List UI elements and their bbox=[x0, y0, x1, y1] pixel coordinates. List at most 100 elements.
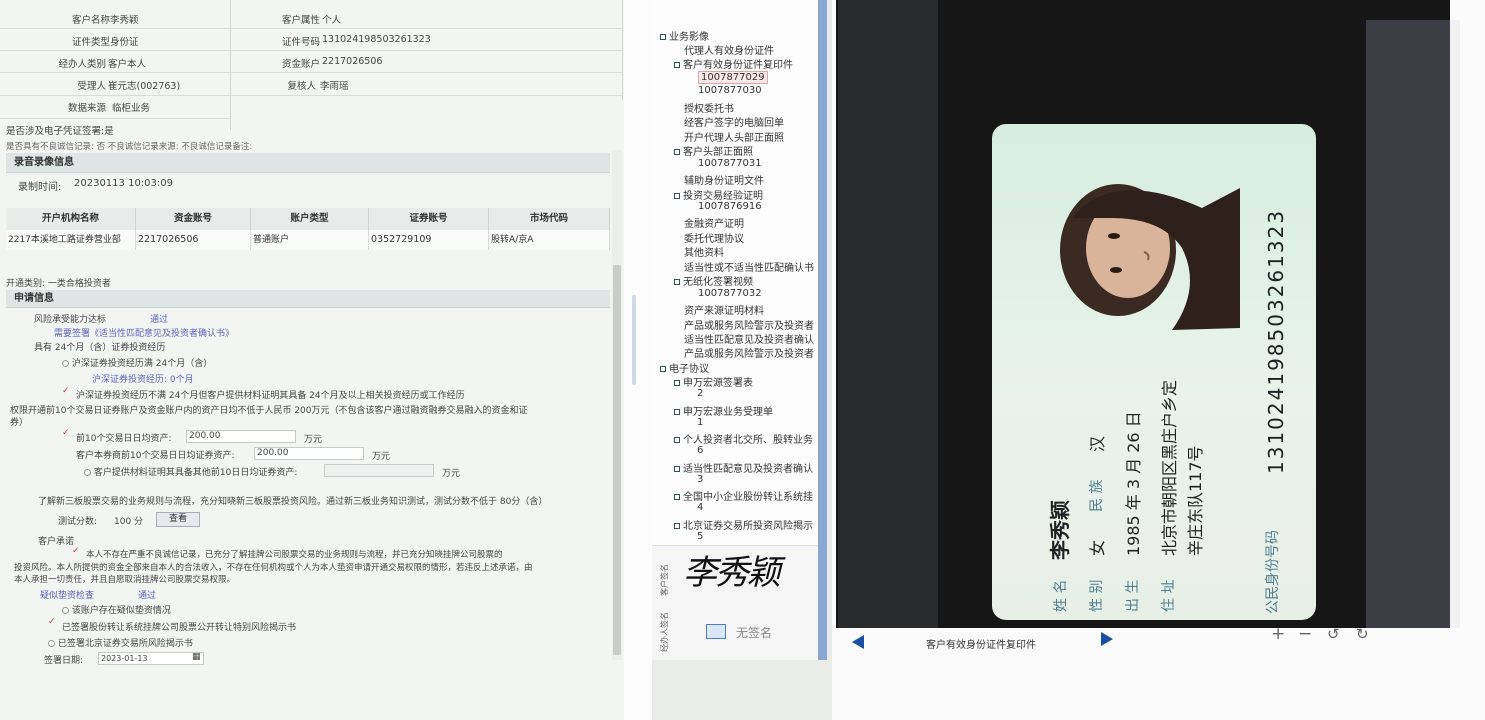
asset-rule-text: 权限开通前10个交易日证券账户及资金账户内的资产日均不低于人民币 200万元（不… bbox=[10, 406, 528, 416]
table-header: 证券账号 bbox=[369, 208, 489, 230]
asset-rule-text2: 券） bbox=[10, 418, 29, 428]
folder-toggle-icon[interactable] bbox=[674, 279, 680, 286]
client-name-value: 李秀颖 bbox=[110, 15, 139, 26]
tree-item[interactable]: 开户代理人头部正面照 bbox=[684, 129, 784, 144]
image-icon bbox=[706, 624, 726, 639]
idno-value: 131024198503261323 bbox=[322, 34, 431, 45]
tree-item[interactable]: 1007876916 bbox=[698, 201, 762, 212]
sign-date-input[interactable]: 2023-01-13 bbox=[98, 652, 204, 665]
tree-item[interactable]: 1007877032 bbox=[698, 288, 762, 299]
reviewer-value: 李雨瑶 bbox=[320, 81, 349, 92]
folder-toggle-icon[interactable] bbox=[674, 437, 680, 444]
tree-folder[interactable]: 适当性匹配意见及投资者确认 bbox=[674, 460, 813, 475]
signed-doc-2-radio[interactable] bbox=[48, 640, 55, 647]
tree-item[interactable]: 1007877029 bbox=[698, 70, 768, 84]
tree-folder[interactable]: 申万宏源业务受理单 bbox=[674, 403, 773, 418]
agent-type-value: 客户本人 bbox=[108, 59, 147, 70]
tree-item[interactable]: 1007877030 bbox=[698, 85, 762, 96]
tree-item[interactable]: 4 bbox=[697, 502, 703, 513]
tree-item[interactable]: 产品或服务风险警示及投资者 bbox=[684, 345, 814, 360]
tree-folder[interactable]: 申万宏源签署表 bbox=[674, 374, 753, 389]
tree-item[interactable]: 授权委托书 bbox=[684, 100, 734, 115]
tree-item[interactable]: 委托代理协议 bbox=[684, 230, 744, 245]
tree-folder[interactable]: 无纸化签署视频 bbox=[674, 273, 753, 288]
avg10c-input[interactable] bbox=[324, 464, 434, 477]
tree-item[interactable]: 1007877031 bbox=[698, 158, 762, 169]
tree-item[interactable]: 2 bbox=[697, 388, 703, 399]
table-cell: 普通账户 bbox=[251, 230, 369, 250]
folder-toggle-icon[interactable] bbox=[674, 62, 680, 69]
tree-item[interactable]: 6 bbox=[697, 445, 703, 456]
tree-item[interactable]: 辅助身份证明文件 bbox=[684, 172, 764, 187]
tree-folder[interactable]: 客户头部正面照 bbox=[674, 143, 753, 158]
detail-scrollbar-thumb[interactable] bbox=[613, 265, 621, 655]
folder-toggle-icon[interactable] bbox=[660, 34, 666, 40]
suspect-item-label: 该账户存在疑似垫资情况 bbox=[71, 606, 171, 616]
previous-arrow-icon[interactable] bbox=[852, 635, 864, 649]
folder-toggle-icon[interactable] bbox=[674, 522, 680, 529]
tree-item[interactable]: 产品或服务风险警示及投资者 bbox=[684, 317, 814, 332]
tree-pane-border bbox=[818, 0, 827, 660]
hushen-exp2: 沪深证券投资经历: 0个月 bbox=[92, 375, 194, 385]
pane-splitter[interactable] bbox=[624, 0, 652, 720]
rotate-left-icon[interactable]: ↺ bbox=[1327, 625, 1340, 643]
table-cell: 股转A/京A bbox=[489, 230, 610, 250]
folder-toggle-icon[interactable] bbox=[674, 149, 680, 156]
need-sign-link[interactable]: 需要签署《适当性匹配意见及投资者确认书》 bbox=[54, 326, 234, 339]
tree-item[interactable]: 适当性或不适当性匹配确认书 bbox=[684, 259, 814, 274]
tree-item[interactable]: 金融资产证明 bbox=[684, 215, 744, 230]
tree-item[interactable]: 1 bbox=[697, 417, 703, 428]
calendar-icon[interactable]: ▦ bbox=[192, 652, 201, 662]
tree-item[interactable]: 代理人有效身份证件 bbox=[684, 42, 774, 57]
commitment-text-2: 投资风险。本人所提供的资金全部来自本人的合法收入，不存在任何机构或个人为本人垫资… bbox=[14, 563, 533, 573]
folder-toggle-icon[interactable] bbox=[674, 192, 680, 199]
avg10-input[interactable]: 200.00 bbox=[186, 430, 296, 443]
client-signature-label: 客户签名 bbox=[660, 564, 669, 596]
table-header: 开户机构名称 bbox=[6, 208, 136, 230]
avg10b-input[interactable]: 200.00 bbox=[254, 447, 364, 460]
tree-item[interactable]: 适当性匹配意见及投资者确认 bbox=[684, 331, 814, 346]
tree-root-business-images[interactable]: 业务影像 bbox=[660, 28, 709, 43]
folder-toggle-icon[interactable] bbox=[674, 465, 680, 472]
avg10c-radio[interactable] bbox=[84, 469, 91, 476]
view-test-button[interactable]: 查看 bbox=[156, 512, 200, 527]
folder-toggle-icon[interactable] bbox=[674, 494, 680, 501]
application-section-header: 申请信息 bbox=[6, 290, 610, 308]
tree-item[interactable]: 其他资料 bbox=[684, 244, 724, 259]
open-type: 开通类别: 一类合格投资者 bbox=[6, 279, 111, 289]
next-arrow-icon[interactable] bbox=[1101, 632, 1113, 646]
tree-item[interactable]: 5 bbox=[697, 531, 703, 542]
tree-item[interactable]: 经客户签字的电脑回单 bbox=[684, 114, 784, 129]
tree-root-e-agreements[interactable]: 电子协议 bbox=[660, 360, 709, 375]
tree-folder[interactable]: 投资交易经验证明 bbox=[674, 187, 763, 202]
photo-background-left bbox=[838, 0, 938, 628]
viewer-scrollbar[interactable] bbox=[1450, 20, 1460, 628]
risk-tolerance-value: 通过 bbox=[150, 315, 169, 325]
table-header: 资金账号 bbox=[136, 208, 251, 230]
tree-item[interactable]: 3 bbox=[697, 474, 703, 485]
folder-toggle-icon[interactable] bbox=[674, 408, 680, 415]
suspect-item-radio[interactable] bbox=[62, 607, 69, 614]
exp-proof-text: 沪深证券投资经历不满 24个月但客户提供材料证明其具备 24个月及以上相关投资经… bbox=[76, 391, 465, 401]
splitter-handle[interactable] bbox=[632, 295, 636, 385]
tree-folder[interactable]: 客户有效身份证件复印件 bbox=[674, 56, 793, 71]
risk-tolerance-label: 风险承受能力达标 bbox=[34, 315, 107, 325]
recording-time-label: 录制时间: bbox=[18, 182, 62, 193]
zoom-out-icon[interactable]: − bbox=[1298, 624, 1312, 644]
check-icon: ✓ bbox=[62, 386, 70, 396]
folder-toggle-icon[interactable] bbox=[674, 380, 680, 387]
accepter-label: 受理人 bbox=[77, 81, 106, 92]
hushen-exp-radio[interactable] bbox=[62, 360, 69, 367]
recording-section-header: 录音录像信息 bbox=[6, 153, 610, 173]
fund-account-label: 资金账户 bbox=[281, 59, 320, 70]
recording-time-value: 20230113 10:03:09 bbox=[74, 178, 173, 189]
zoom-in-icon[interactable]: + bbox=[1271, 624, 1285, 644]
tree-item[interactable]: 资产来源证明材料 bbox=[684, 302, 764, 317]
tree-folder[interactable]: 北京证券交易所投资风险揭示 bbox=[674, 517, 813, 532]
tree-folder[interactable]: 个人投资者北交所、股转业务 bbox=[674, 431, 813, 446]
viewer-caption: 客户有效身份证件复印件 bbox=[926, 640, 1036, 651]
rotate-right-icon[interactable]: ↻ bbox=[1356, 625, 1369, 643]
tree-folder[interactable]: 全国中小企业股份转让系统挂 bbox=[674, 488, 813, 503]
commitment-label: 客户承诺 bbox=[38, 537, 75, 547]
folder-toggle-icon[interactable] bbox=[660, 365, 666, 372]
